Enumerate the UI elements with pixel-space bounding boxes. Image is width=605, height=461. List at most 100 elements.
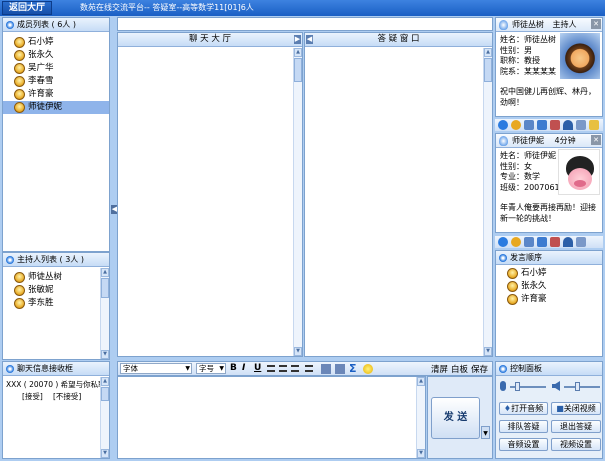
scroll-up-arrow[interactable]: ▲ — [484, 48, 492, 57]
speaker-item[interactable]: 石小婷 — [496, 267, 602, 280]
chat-icon[interactable] — [498, 237, 508, 247]
member-item[interactable]: 许育豪 — [3, 88, 109, 101]
scroll-down-arrow[interactable]: ▼ — [101, 449, 109, 458]
chat-hall-scrollbar[interactable]: ▲ ▼ — [293, 48, 302, 356]
scroll-thumb[interactable] — [101, 387, 109, 401]
screen-icon[interactable] — [537, 237, 547, 247]
mic-level-knob[interactable] — [514, 382, 520, 391]
align-left-icon[interactable] — [267, 365, 275, 372]
bullet-icon — [6, 21, 14, 29]
chat-icon[interactable] — [498, 120, 508, 130]
record-icon[interactable] — [550, 120, 560, 130]
close-video-button[interactable]: ■关闭视频 — [551, 402, 601, 415]
scroll-down-arrow[interactable]: ▼ — [417, 449, 425, 458]
underline-button[interactable]: U — [254, 363, 261, 373]
speaker-item[interactable]: 许育豪 — [496, 293, 602, 306]
emoticon-icon[interactable] — [363, 364, 373, 374]
user-avatar-icon — [507, 281, 518, 292]
speak-order-list: 石小婷 张永久 许育豪 — [496, 265, 602, 306]
camera-icon[interactable] — [524, 237, 534, 247]
user-avatar-icon — [14, 102, 25, 113]
subscript-icon[interactable] — [321, 364, 331, 374]
bold-button[interactable]: B — [230, 363, 237, 373]
font-select[interactable]: 字体 ▼ — [120, 363, 192, 374]
message-input[interactable]: ▲ ▼ — [117, 376, 426, 459]
bullet-icon — [499, 365, 507, 373]
host-list-scrollbar[interactable]: ▲ ▼ — [100, 268, 109, 359]
scroll-up-arrow[interactable]: ▲ — [101, 268, 109, 277]
volume-slider[interactable] — [564, 386, 600, 388]
open-audio-button[interactable]: ♦打开音频 — [499, 402, 548, 415]
clear-screen-button[interactable]: 清屏 — [431, 363, 448, 375]
scroll-thumb[interactable] — [294, 58, 302, 82]
expand-right-chevron-icon[interactable]: ▶ — [294, 35, 301, 44]
italic-button[interactable]: I — [242, 363, 245, 373]
user-avatar-icon — [14, 76, 25, 87]
record-icon[interactable] — [550, 237, 560, 247]
reject-link[interactable]: [不接受] — [53, 392, 81, 403]
user-badge-icon — [499, 136, 508, 146]
headset-icon[interactable] — [563, 120, 573, 130]
camera-icon[interactable] — [524, 120, 534, 130]
scroll-down-arrow[interactable]: ▼ — [294, 347, 302, 356]
headset-icon[interactable] — [563, 237, 573, 247]
scroll-down-arrow[interactable]: ▼ — [484, 347, 492, 356]
microphone-icon[interactable] — [500, 381, 506, 391]
host-item[interactable]: 张敏妮 — [3, 284, 109, 297]
volume-knob[interactable] — [574, 382, 580, 391]
chat-receive-scrollbar[interactable]: ▲ ▼ — [100, 377, 109, 458]
member-item[interactable]: 石小婷 — [3, 36, 109, 49]
scroll-up-arrow[interactable]: ▲ — [101, 377, 109, 386]
whiteboard-button[interactable]: 白板 — [451, 363, 468, 375]
scroll-thumb[interactable] — [484, 58, 492, 82]
qa-window-title: 答 疑 窗 口 — [377, 34, 420, 44]
avatar-icon[interactable] — [511, 237, 521, 247]
audio-settings-button[interactable]: 音频设置 — [499, 438, 548, 451]
close-icon[interactable]: ✕ — [591, 19, 601, 29]
align-right-icon[interactable] — [291, 365, 299, 372]
save-button[interactable]: 保存 — [471, 363, 488, 375]
member-item[interactable]: 李春雪 — [3, 75, 109, 88]
scroll-up-arrow[interactable]: ▲ — [294, 48, 302, 57]
close-icon[interactable]: ✕ — [591, 135, 601, 145]
member-item[interactable]: 吴广华 — [3, 62, 109, 75]
exit-answer-button[interactable]: 退出答疑 — [551, 420, 601, 433]
list-icon[interactable] — [305, 365, 313, 372]
monitor-icon[interactable] — [576, 237, 586, 247]
qa-window-header: 答 疑 窗 口 — [305, 33, 492, 47]
expand-left-chevron-icon[interactable]: ◀ — [306, 35, 313, 44]
speaker-item[interactable]: 张永久 — [496, 280, 602, 293]
align-center-icon[interactable] — [279, 365, 287, 372]
control-panel-header: 控制面板 — [496, 362, 602, 376]
queue-answer-button[interactable]: 排队答疑 — [499, 420, 548, 433]
scroll-thumb[interactable] — [101, 278, 109, 298]
sigma-icon[interactable]: Σ — [349, 362, 357, 375]
message-input-scrollbar[interactable]: ▲ ▼ — [416, 377, 425, 458]
scroll-up-arrow[interactable]: ▲ — [417, 377, 425, 386]
control-panel-title: 控制面板 — [510, 364, 542, 373]
user-video-frame — [558, 149, 600, 195]
title-bar: 返回大厅 数苑在线交流平台-- 答疑室--高等数学11[01]6人 — [0, 0, 605, 16]
host-card-info-line: 性别：男 — [500, 45, 532, 55]
user-info-lines: 姓名：师徒伊妮 性别：女 专业：数学 班级：2007061 — [500, 151, 560, 193]
member-item[interactable]: 张永久 — [3, 49, 109, 62]
user-video-card: 师徒伊妮 4分钟 ✕ 姓名：师徒伊妮 性别：女 专业：数学 班级：2007061 年青… — [495, 133, 603, 233]
size-select[interactable]: 字号 ▼ — [196, 363, 226, 374]
host-item[interactable]: 李东胜 — [3, 297, 109, 310]
member-item[interactable]: 师徒伊妮 — [3, 101, 109, 114]
folder-icon[interactable] — [589, 120, 599, 130]
screen-icon[interactable] — [537, 120, 547, 130]
superscript-icon[interactable] — [335, 364, 345, 374]
qa-window-scrollbar[interactable]: ▲ ▼ — [483, 48, 492, 356]
host-item[interactable]: 师徒丛树 — [3, 271, 109, 284]
back-to-lobby-button[interactable]: 返回大厅 — [2, 1, 53, 15]
video-settings-button[interactable]: 视频设置 — [551, 438, 601, 451]
accept-link[interactable]: [接受] — [22, 392, 43, 403]
avatar-icon[interactable] — [511, 120, 521, 130]
send-options-chevron-icon[interactable]: ▼ — [481, 426, 490, 439]
scroll-down-arrow[interactable]: ▼ — [101, 350, 109, 359]
speaker-icon[interactable] — [552, 381, 560, 391]
user-avatar-icon — [14, 272, 25, 283]
send-button[interactable]: 发 送 — [431, 397, 480, 439]
monitor-icon[interactable] — [576, 120, 586, 130]
